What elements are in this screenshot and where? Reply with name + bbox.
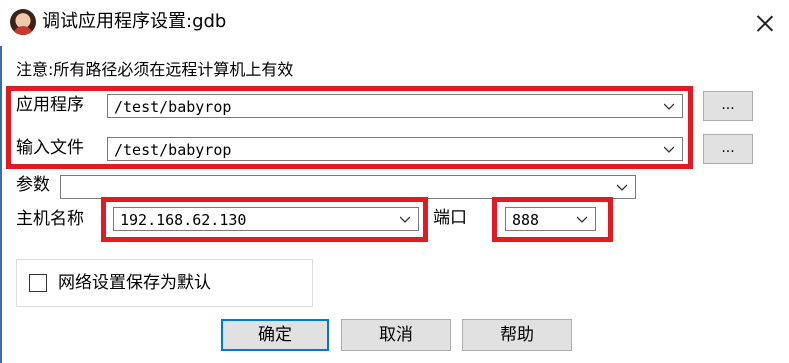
close-icon[interactable] (748, 6, 782, 40)
help-button[interactable]: 帮助 (462, 319, 572, 351)
hostname-combo[interactable]: 192.168.62.130 (113, 207, 419, 231)
ok-button[interactable]: 确定 (221, 319, 329, 351)
path-notice: 注意:所有路径必须在远程计算机上有效 (16, 60, 294, 79)
save-default-label: 网络设置保存为默认 (58, 273, 211, 293)
input-file-combo[interactable]: /test/babyrop (107, 137, 683, 161)
application-value: /test/babyrop (114, 98, 232, 116)
port-label: 端口 (433, 208, 467, 228)
chevron-down-icon (664, 103, 674, 110)
chevron-down-icon (400, 216, 410, 223)
hostname-label: 主机名称 (16, 209, 84, 229)
input-file-label: 输入文件 (16, 138, 84, 158)
chevron-down-icon (664, 146, 674, 153)
window-edge (0, 46, 2, 363)
debug-app-settings-dialog: 调试应用程序设置:gdb 注意:所有路径必须在远程计算机上有效 应用程序 /te… (0, 0, 789, 363)
input-file-value: /test/babyrop (114, 141, 232, 159)
hostname-value: 192.168.62.130 (120, 211, 247, 229)
browse-application-button[interactable]: ... (703, 91, 753, 121)
application-combo[interactable]: /test/babyrop (107, 94, 683, 118)
arguments-combo[interactable] (60, 175, 636, 199)
cancel-button[interactable]: 取消 (341, 319, 451, 351)
chevron-down-icon (577, 216, 587, 223)
application-label: 应用程序 (16, 95, 84, 115)
window-title: 调试应用程序设置:gdb (42, 11, 227, 32)
save-default-checkbox[interactable] (29, 274, 47, 292)
port-combo[interactable]: 888 (505, 207, 596, 231)
avatar-icon (10, 9, 36, 35)
arguments-label: 参数 (16, 175, 50, 195)
port-value: 888 (512, 211, 540, 229)
browse-input-file-button[interactable]: ... (703, 134, 753, 164)
chevron-down-icon (617, 184, 627, 191)
title-bar[interactable]: 调试应用程序设置:gdb (0, 0, 789, 46)
